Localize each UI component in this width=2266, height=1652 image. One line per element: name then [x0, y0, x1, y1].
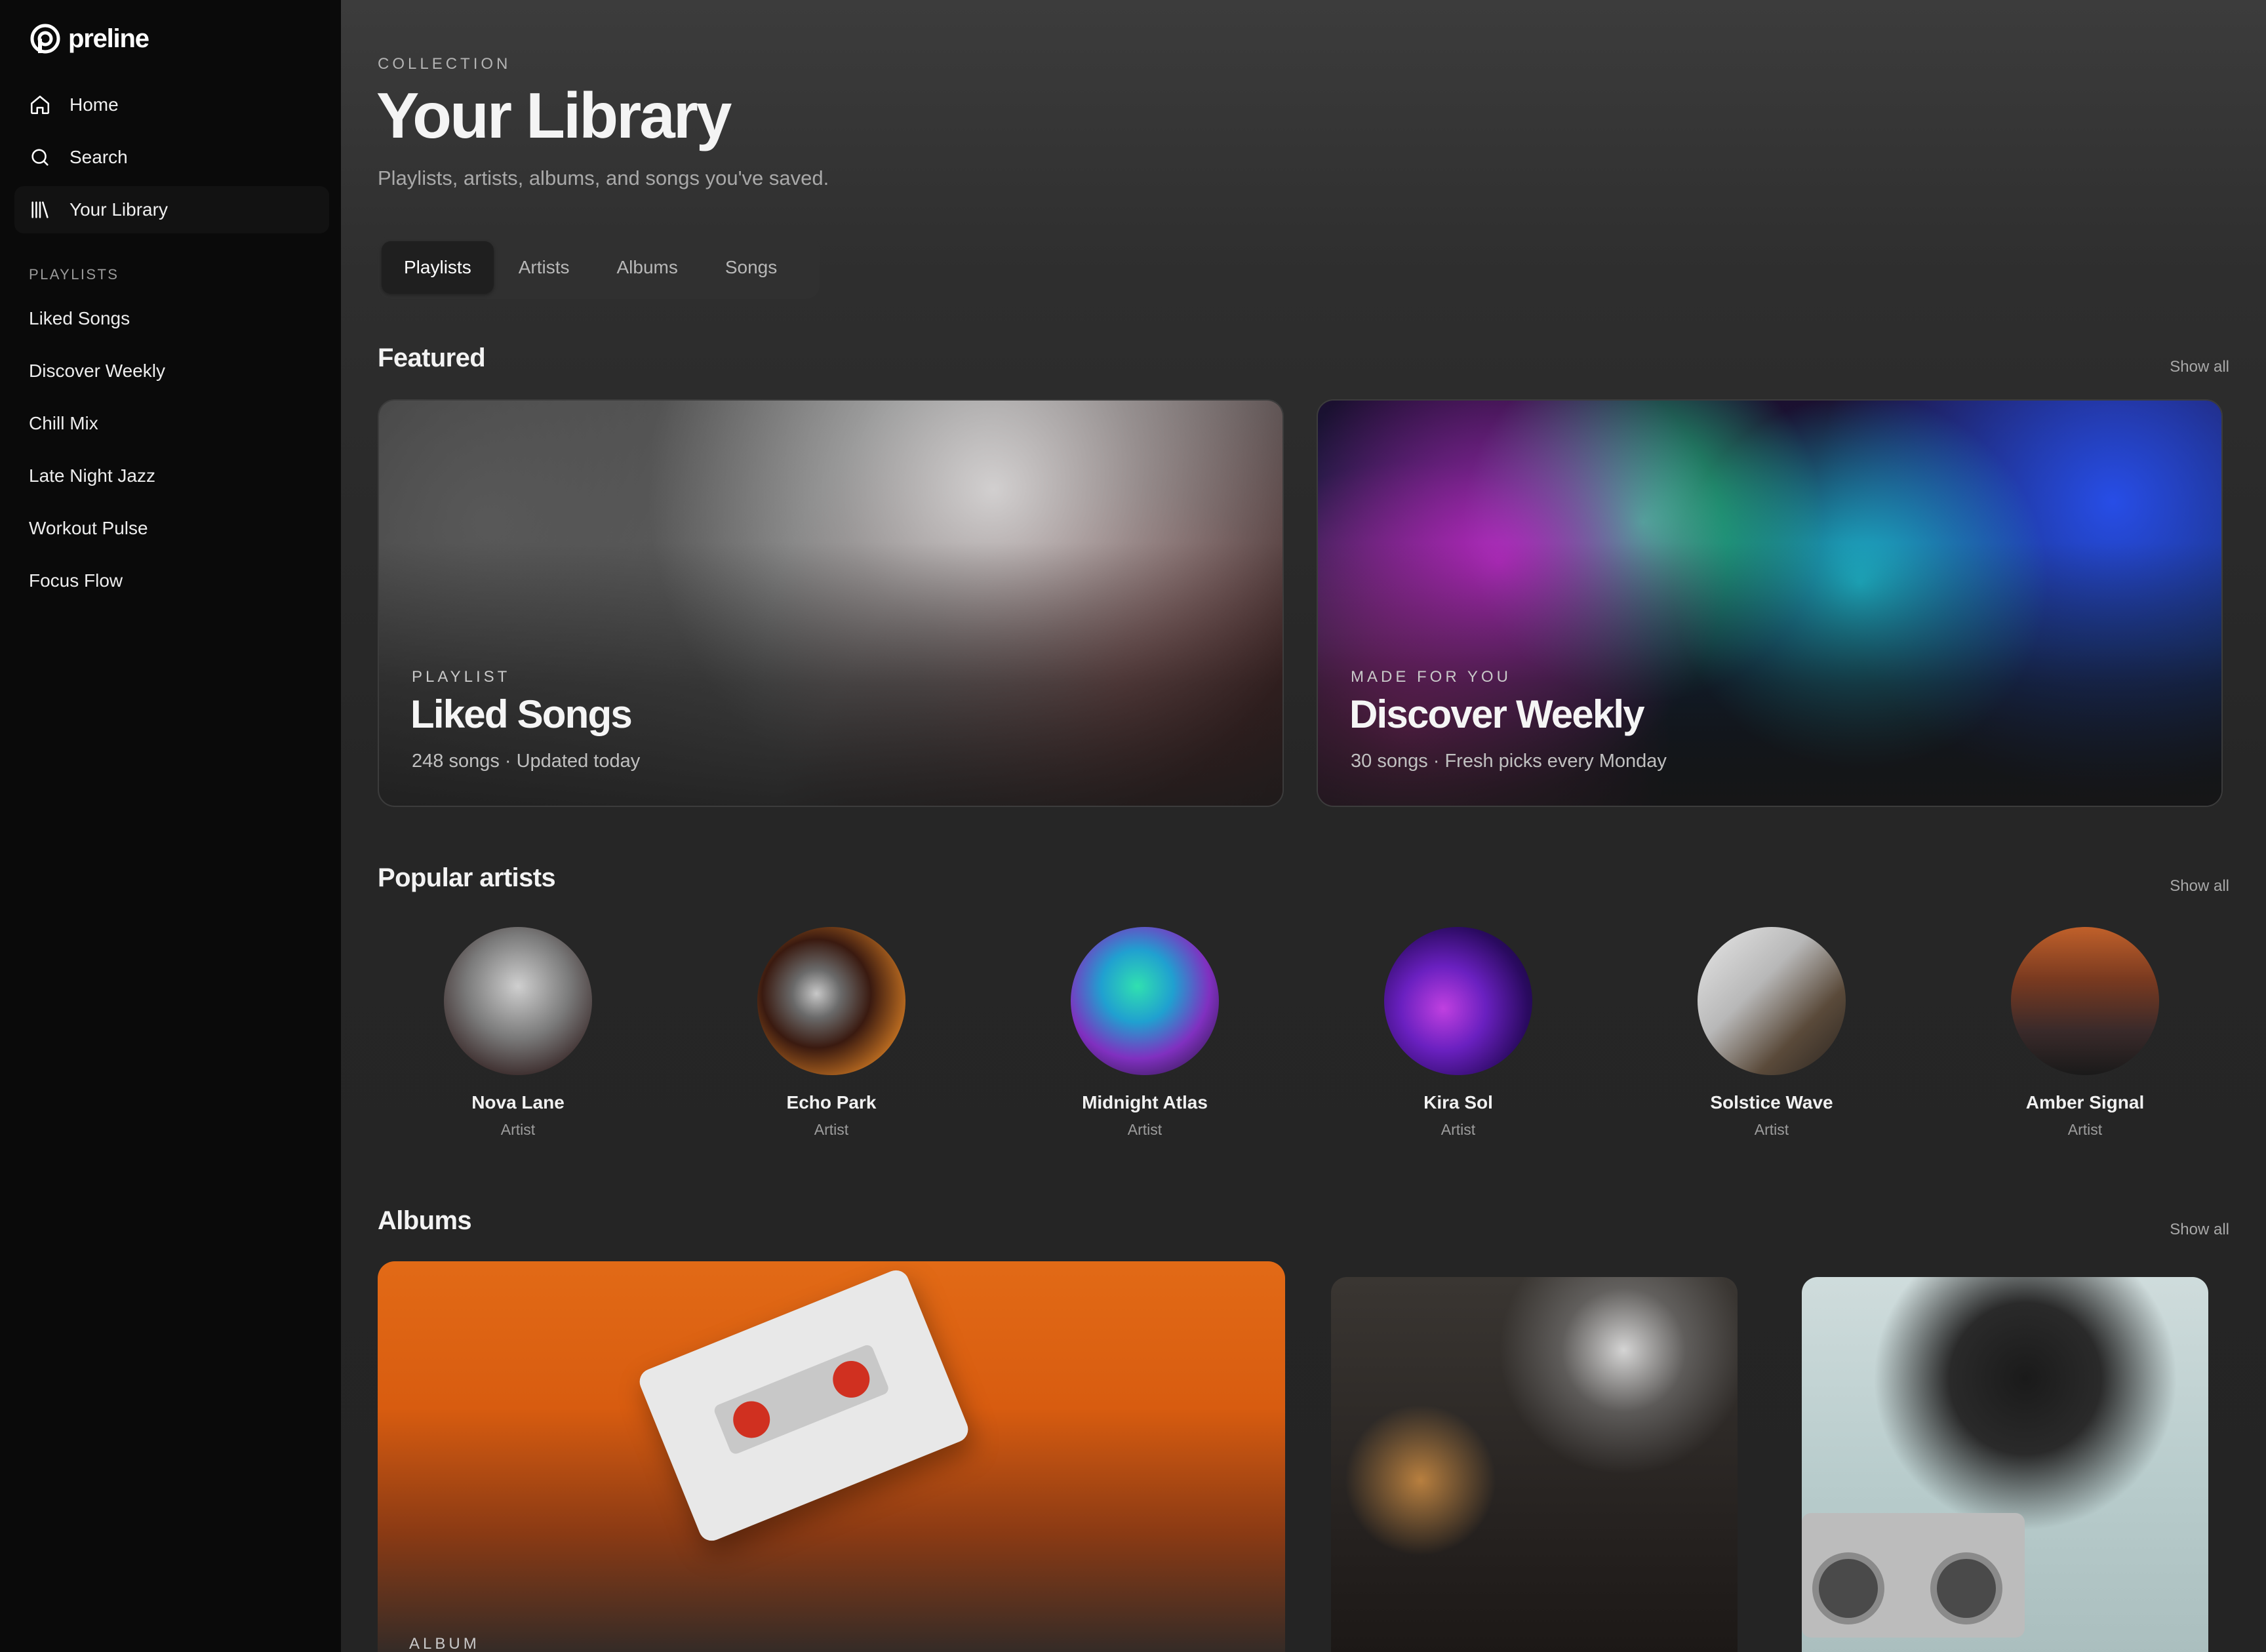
- artist-name: Nova Lane: [471, 1092, 565, 1112]
- artist-avatar: [1384, 927, 1532, 1075]
- featured-section-title: Featured: [378, 344, 486, 372]
- tab-playlists[interactable]: Playlists: [382, 241, 494, 294]
- album-card-featured[interactable]: ALBUM: [378, 1261, 1285, 1652]
- card-title: Discover Weekly: [1349, 692, 1645, 736]
- nav-label: Your Library: [70, 199, 168, 220]
- tab-artists[interactable]: Artists: [496, 241, 592, 294]
- card-eyebrow: PLAYLIST: [412, 668, 511, 686]
- search-icon: [31, 149, 49, 166]
- nav-label: Search: [70, 147, 128, 167]
- featured-card-liked-songs[interactable]: PLAYLIST Liked Songs 248 songs · Updated…: [378, 399, 1284, 807]
- nav-your-library[interactable]: Your Library: [14, 186, 329, 233]
- page-title: Your Library: [376, 79, 732, 151]
- artist-role: Artist: [1441, 1121, 1476, 1138]
- artist-role: Artist: [1127, 1121, 1163, 1138]
- app-root: preline Home Search Your Library PLAYLIS…: [0, 0, 2266, 1652]
- boombox-image: [1802, 1513, 2025, 1638]
- main-content: COLLECTION Your Library Playlists, artis…: [341, 0, 2266, 1652]
- sidebar-playlist-item[interactable]: Late Night Jazz: [29, 465, 155, 486]
- artist-role: Artist: [2067, 1121, 2103, 1138]
- artist-card[interactable]: Midnight Atlas Artist: [1040, 927, 1250, 1139]
- speaker-shape: [1930, 1552, 2002, 1624]
- album-card-boombox[interactable]: [1802, 1277, 2208, 1652]
- artist-name: Midnight Atlas: [1082, 1092, 1208, 1112]
- brand-logo[interactable]: preline: [29, 22, 149, 55]
- nav-label: Home: [70, 94, 119, 115]
- card-eyebrow: MADE FOR YOU: [1351, 668, 1511, 686]
- card-meta: 30 songs · Fresh picks every Monday: [1351, 751, 1667, 772]
- preline-logo-icon: [30, 24, 60, 54]
- artist-card[interactable]: Echo Park Artist: [726, 927, 936, 1139]
- artist-role: Artist: [814, 1121, 849, 1138]
- card-shade: [379, 401, 1282, 806]
- artist-avatar: [757, 927, 905, 1075]
- nav-search[interactable]: Search: [14, 134, 329, 181]
- card-meta: 248 songs · Updated today: [412, 751, 641, 772]
- tab-albums[interactable]: Albums: [594, 241, 700, 294]
- home-icon: [30, 95, 50, 115]
- albums-show-all-link[interactable]: Show all: [2170, 1221, 2229, 1239]
- brand-name: preline: [68, 24, 149, 53]
- card-title: Liked Songs: [410, 692, 633, 736]
- nav-home[interactable]: Home: [14, 81, 329, 128]
- sidebar-playlist-item[interactable]: Chill Mix: [29, 413, 98, 434]
- artist-name: Kira Sol: [1423, 1092, 1493, 1112]
- artists-show-all-link[interactable]: Show all: [2170, 877, 2229, 895]
- featured-show-all-link[interactable]: Show all: [2170, 358, 2229, 376]
- sidebar-playlist-item[interactable]: Workout Pulse: [29, 518, 148, 539]
- sidebar-playlist-item[interactable]: Discover Weekly: [29, 361, 165, 382]
- album-eyebrow: ALBUM: [409, 1635, 480, 1652]
- cassette-window: [712, 1343, 890, 1456]
- artist-name: Amber Signal: [2025, 1092, 2145, 1112]
- sidebar: preline Home Search Your Library PLAYLIS…: [0, 0, 341, 1652]
- artist-card[interactable]: Nova Lane Artist: [413, 927, 623, 1139]
- artist-avatar: [2011, 927, 2159, 1075]
- artist-name: Echo Park: [786, 1092, 877, 1112]
- artist-name: Solstice Wave: [1710, 1092, 1833, 1112]
- artist-avatar: [444, 927, 592, 1075]
- artist-role: Artist: [500, 1121, 536, 1138]
- artist-role: Artist: [1754, 1121, 1789, 1138]
- artist-card[interactable]: Kira Sol Artist: [1353, 927, 1563, 1139]
- cassette-image: [635, 1266, 972, 1545]
- playlists-section-title: PLAYLISTS: [29, 266, 119, 283]
- card-shade: [1318, 401, 2221, 806]
- page-eyebrow: COLLECTION: [378, 55, 511, 73]
- tab-songs[interactable]: Songs: [703, 241, 799, 294]
- library-icon: [31, 201, 49, 218]
- featured-card-discover-weekly[interactable]: MADE FOR YOU Discover Weekly 30 songs · …: [1317, 399, 2223, 807]
- sidebar-playlist-item[interactable]: Focus Flow: [29, 570, 123, 591]
- speaker-shape: [1812, 1552, 1884, 1624]
- artist-card[interactable]: Amber Signal Artist: [1980, 927, 2190, 1139]
- library-tabs: Playlists Artists Albums Songs: [378, 236, 820, 299]
- artist-avatar: [1698, 927, 1846, 1075]
- artists-section-title: Popular artists: [378, 863, 556, 892]
- album-card-studio[interactable]: [1331, 1277, 1738, 1652]
- sidebar-playlist-item[interactable]: Liked Songs: [29, 308, 130, 329]
- page-subtitle: Playlists, artists, albums, and songs yo…: [378, 167, 829, 189]
- artist-card[interactable]: Solstice Wave Artist: [1667, 927, 1877, 1139]
- artist-avatar: [1071, 927, 1219, 1075]
- albums-section-title: Albums: [378, 1206, 472, 1235]
